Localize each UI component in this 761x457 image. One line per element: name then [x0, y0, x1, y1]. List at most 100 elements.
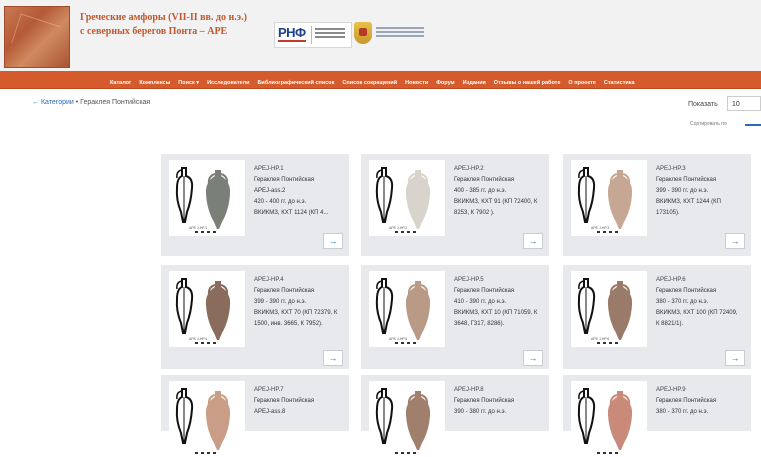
card-date: 420 - 400 гг. до н.э.	[254, 199, 307, 205]
catalog-card[interactable]: APE J-HP.1 APEJ-HP.1 Гераклея Понтийская AP…	[161, 154, 349, 256]
card-text: APEJ-HP.2 Гераклея Понтийская 400 - 385 гг…	[454, 164, 540, 219]
card-open-arrow-button[interactable]: →	[725, 233, 745, 249]
catalog-card[interactable]: APE J-HP.2 APEJ-HP.2 Гераклея Понтийская 40…	[361, 154, 549, 256]
amphora-image[interactable]: APE J-HP.2	[369, 160, 445, 236]
nav-item[interactable]: Каталог	[110, 75, 131, 92]
card-text: APEJ-HP.8 Гераклея Понтийская 390 - 380 гг…	[454, 385, 540, 418]
amphora-image[interactable]: APE J-HP.5	[369, 271, 445, 347]
site-title-line-2: с северных берегов Понта – АРЕ	[80, 26, 228, 37]
card-city: Гераклея Понтийская	[454, 398, 515, 404]
sort-select[interactable]	[745, 124, 761, 126]
scale-bar	[195, 231, 219, 233]
site-title-line-1: Греческие амфоры (VII-II вв. до н.э.)	[80, 12, 247, 23]
card-city: Гераклея Понтийская	[454, 288, 515, 294]
amphora-photo	[405, 170, 431, 229]
nav-item[interactable]: Библиографический список	[257, 75, 334, 92]
card-ref: ВКИКМЗ, КХТ 1124 (КП 4...	[254, 210, 329, 216]
card-variant: APEJ-ass.8	[254, 409, 286, 415]
catalog-card[interactable]: APEJ-HP.8 Гераклея Понтийская 390 - 380 гг…	[361, 375, 549, 457]
photo-id-label: APE J-HP.2	[389, 226, 408, 230]
nav-item[interactable]: Поиск ▾	[178, 75, 199, 92]
amphora-photo	[607, 170, 633, 229]
nav-item[interactable]: Отзывы о нашей работе	[494, 75, 561, 92]
amphora-image[interactable]: APE J-HP.4	[169, 271, 245, 347]
show-count-label: Показать	[688, 101, 718, 108]
catalog-card[interactable]: APEJ-HP.9 Гераклея Понтийская 380 - 370 гг…	[563, 375, 751, 457]
nav-item[interactable]: Исследователи	[207, 75, 249, 92]
card-city: Гераклея Понтийская	[454, 177, 515, 183]
card-code[interactable]: APEJ-HP.5	[454, 275, 540, 286]
card-code[interactable]: APEJ-HP.6	[656, 275, 742, 286]
card-ref: ВКИКМЗ, КХТ 10 (КП 71059, К 3648, Г317, …	[454, 310, 538, 327]
card-open-arrow-button[interactable]: →	[523, 350, 543, 366]
photo-id-label: APE J-HP.1	[189, 226, 208, 230]
card-code[interactable]: APEJ-HP.1	[254, 164, 340, 175]
card-city: Гераклея Понтийская	[656, 177, 717, 183]
breadcrumb: ← Категории • Гераклея Понтийская	[32, 99, 150, 106]
amphora-photo	[607, 281, 633, 340]
photo-id-label: APE J-HP.3	[591, 226, 610, 230]
breadcrumb-categories[interactable]: Категории	[41, 99, 74, 106]
amphora-profile-drawing	[375, 388, 394, 444]
amphora-image[interactable]	[169, 381, 245, 457]
nav-item[interactable]: Комплексы	[139, 75, 170, 92]
nav-item[interactable]: Форум	[436, 75, 454, 92]
site-header: Греческие амфоры (VII-II вв. до н.э.) с …	[0, 0, 761, 71]
card-code[interactable]: APEJ-HP.7	[254, 385, 340, 396]
card-code[interactable]: APEJ-HP.9	[656, 385, 742, 396]
amphora-image[interactable]	[369, 381, 445, 457]
scale-bar	[195, 452, 219, 454]
nav-item[interactable]: Статистика	[604, 75, 635, 92]
card-open-arrow-button[interactable]: →	[725, 350, 745, 366]
card-ref: ВКИКМЗ, КХТ 91 (КП 72400, К 8253, К 7902…	[454, 199, 538, 216]
card-date: 399 - 390 гг. до н.э.	[656, 188, 709, 194]
card-code[interactable]: APEJ-HP.2	[454, 164, 540, 175]
amphora-image[interactable]: APE J-HP.3	[571, 160, 647, 236]
card-text: APEJ-HP.3 Гераклея Понтийская 399 - 390 гг…	[656, 164, 742, 219]
amphora-photo	[205, 281, 231, 340]
nav-item[interactable]: Издания	[463, 75, 486, 92]
catalog-card[interactable]: APE J-HP.3 APEJ-HP.3 Гераклея Понтийская 39…	[563, 154, 751, 256]
card-date: 399 - 390 гг. до н.э.	[254, 299, 307, 305]
card-open-arrow-button[interactable]: →	[323, 233, 343, 249]
card-open-arrow-button[interactable]: →	[323, 350, 343, 366]
card-open-arrow-button[interactable]: →	[523, 233, 543, 249]
amphora-photo	[405, 391, 431, 450]
site-title[interactable]: Греческие амфоры (VII-II вв. до н.э.) с …	[80, 11, 260, 39]
amphora-profile-drawing	[577, 278, 596, 334]
site-logo[interactable]	[4, 6, 70, 68]
catalog-card[interactable]: APE J-HP.4 APEJ-HP.4 Гераклея Понтийская 39…	[161, 265, 349, 369]
scale-bar	[597, 342, 621, 344]
catalog-card[interactable]: APEJ-HP.7 Гераклея Понтийская APEJ-ass.8	[161, 375, 349, 457]
back-arrow-icon[interactable]: ←	[32, 99, 39, 106]
ministry-logo[interactable]	[354, 22, 426, 46]
photo-id-label: APE J-HP.4	[189, 337, 208, 341]
amphora-profile-drawing	[375, 278, 394, 334]
amphora-photo	[205, 170, 231, 229]
card-text: APEJ-HP.1 Гераклея Понтийская APEJ-ass.2 42…	[254, 164, 340, 219]
show-count-select[interactable]: 10	[727, 96, 761, 111]
card-code[interactable]: APEJ-HP.3	[656, 164, 742, 175]
amphora-profile-drawing	[577, 388, 596, 444]
card-ref: ВКИКМЗ, КХТ 1244 (КП 173105).	[656, 199, 721, 216]
card-city: Гераклея Понтийская	[254, 288, 315, 294]
scale-bar	[597, 452, 621, 454]
rnf-logo[interactable]: РНФ	[274, 22, 352, 48]
amphora-image[interactable]: APE J-HP.6	[571, 271, 647, 347]
card-date: 400 - 385 гг. до н.э.	[454, 188, 507, 194]
amphora-profile-drawing	[577, 167, 596, 223]
card-code[interactable]: APEJ-HP.8	[454, 385, 540, 396]
amphora-image[interactable]	[571, 381, 647, 457]
scale-bar	[395, 452, 419, 454]
nav-item[interactable]: Новости	[405, 75, 428, 92]
card-code[interactable]: APEJ-HP.4	[254, 275, 340, 286]
amphora-photo	[405, 281, 431, 340]
catalog-card[interactable]: APE J-HP.6 APEJ-HP.6 Гераклея Понтийская 38…	[563, 265, 751, 369]
catalog-card[interactable]: APE J-HP.5 APEJ-HP.5 Гераклея Понтийская 41…	[361, 265, 549, 369]
nav-item[interactable]: Список сокращений	[342, 75, 397, 92]
nav-item[interactable]: О проекте	[568, 75, 595, 92]
amphora-profile-drawing	[375, 167, 394, 223]
amphora-image[interactable]: APE J-HP.1	[169, 160, 245, 236]
card-text: APEJ-HP.4 Гераклея Понтийская 399 - 390 гг…	[254, 275, 340, 330]
card-date: 390 - 380 гг. до н.э.	[454, 409, 507, 415]
